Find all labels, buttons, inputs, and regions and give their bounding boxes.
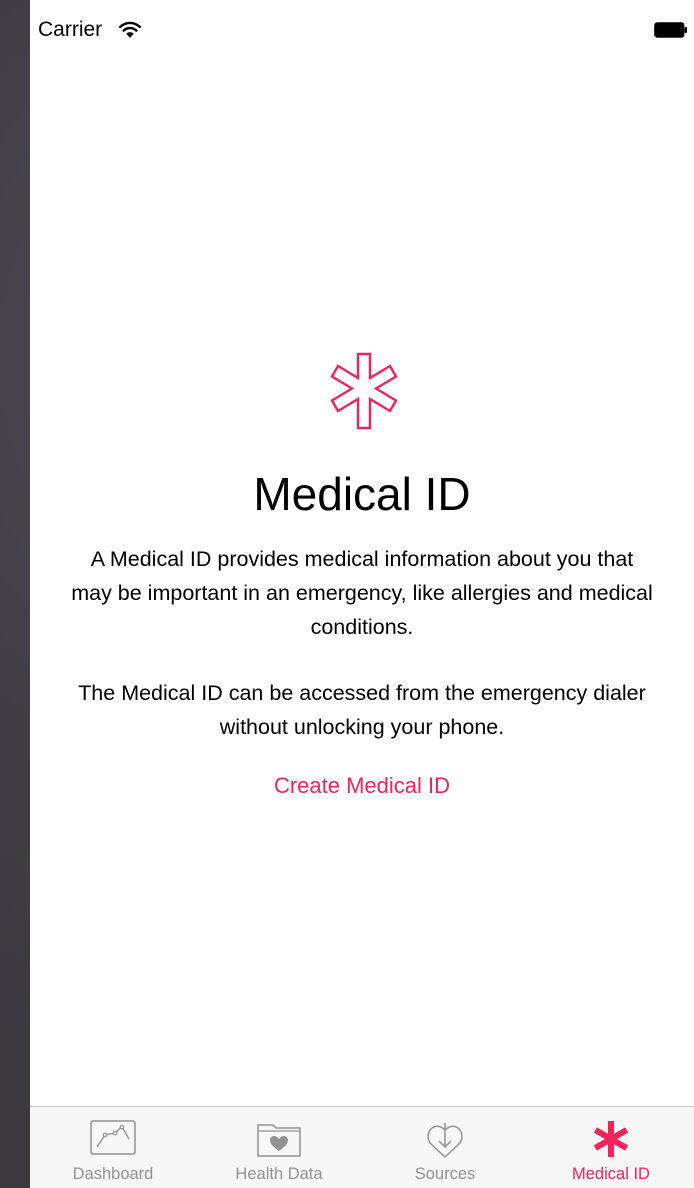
tab-dashboard[interactable]: Dashboard: [30, 1107, 196, 1188]
phone-screen: Carrier Medical ID A Medical ID provides…: [30, 0, 694, 1188]
tab-medical-id[interactable]: Medical ID: [528, 1107, 694, 1188]
battery-icon: [654, 22, 687, 38]
status-bar: Carrier: [30, 0, 694, 60]
page-title: Medical ID: [253, 468, 471, 520]
tab-health-data[interactable]: Health Data: [196, 1107, 362, 1188]
create-medical-id-button[interactable]: Create Medical ID: [30, 773, 694, 799]
medical-star-icon: [330, 352, 398, 430]
health-data-icon: [257, 1124, 301, 1157]
tab-sources[interactable]: Sources: [362, 1107, 528, 1188]
tab-label: Sources: [414, 1165, 476, 1183]
medical-id-empty-state: Medical ID A Medical ID provides medical…: [30, 60, 694, 1106]
medical-id-icon: [593, 1121, 629, 1157]
tab-label: Medical ID: [572, 1165, 650, 1183]
sources-icon: [427, 1123, 463, 1159]
dialer-access-text: The Medical ID can be accessed from the …: [78, 681, 646, 739]
dashboard-icon: [90, 1120, 136, 1155]
carrier-label: Carrier: [38, 18, 103, 41]
tab-bar: Dashboard Health Data Sources Medical ID: [30, 1106, 694, 1188]
tab-label: Health Data: [235, 1165, 323, 1183]
description-text: A Medical ID provides medical informatio…: [71, 547, 653, 639]
tab-label: Dashboard: [72, 1165, 154, 1183]
wifi-icon: [119, 21, 141, 38]
